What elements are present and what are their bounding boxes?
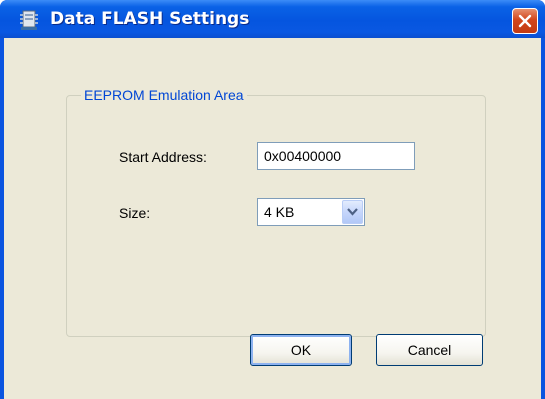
- size-dropdown-button[interactable]: [342, 200, 363, 224]
- group-label: EEPROM Emulation Area: [81, 87, 247, 103]
- chevron-down-icon: [347, 208, 358, 216]
- ok-button[interactable]: OK: [250, 334, 352, 366]
- flash-chip-icon: [17, 8, 41, 32]
- close-icon: [518, 14, 532, 28]
- start-address-label: Start Address:: [119, 149, 207, 165]
- size-label: Size:: [119, 205, 151, 221]
- dialog-body: EEPROM Emulation Area Start Address: Siz…: [4, 38, 541, 399]
- dialog-window: Data FLASH Settings EEPROM Emulation Are…: [0, 0, 545, 399]
- cancel-button[interactable]: Cancel: [376, 334, 483, 366]
- eeprom-emulation-group: EEPROM Emulation Area Start Address: Siz…: [66, 87, 486, 337]
- close-button[interactable]: [512, 8, 538, 34]
- size-select[interactable]: 4 KB: [257, 198, 365, 226]
- size-select-value: 4 KB: [264, 204, 295, 220]
- start-address-input[interactable]: [257, 142, 415, 170]
- window-title: Data FLASH Settings: [50, 9, 250, 29]
- title-bar[interactable]: Data FLASH Settings: [0, 0, 545, 38]
